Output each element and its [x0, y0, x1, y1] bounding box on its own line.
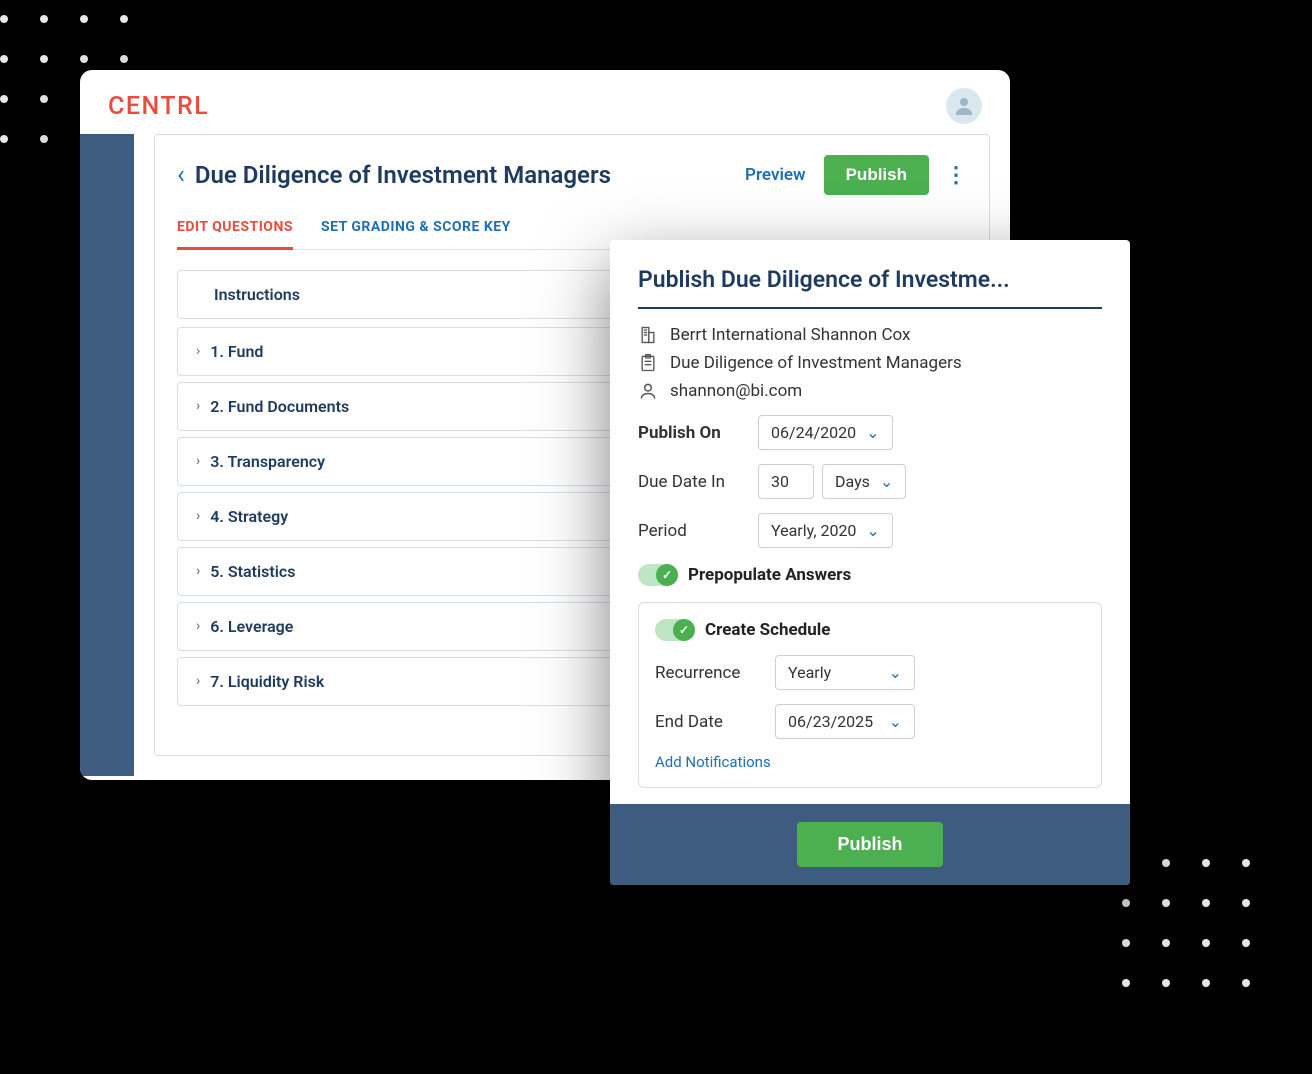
end-date-value: 06/23/2025 — [788, 712, 873, 731]
section-label: 2. Fund Documents — [210, 397, 349, 416]
more-menu-icon[interactable]: ⋮ — [945, 163, 967, 188]
period-value: Yearly, 2020 — [771, 521, 856, 540]
chevron-right-icon: › — [196, 673, 200, 689]
chevron-right-icon: › — [196, 508, 200, 524]
end-date-picker[interactable]: 06/23/2025 ⌄ — [775, 704, 915, 739]
page-header: ‹ Due Diligence of Investment Managers P… — [177, 155, 967, 195]
publish-on-value: 06/24/2020 — [771, 423, 856, 442]
chevron-down-icon: ⌄ — [889, 712, 902, 731]
check-icon: ✓ — [656, 564, 678, 586]
period-label: Period — [638, 521, 758, 541]
chevron-down-icon: ⌄ — [866, 423, 879, 442]
check-icon: ✓ — [673, 619, 695, 641]
create-schedule-label: Create Schedule — [705, 620, 830, 640]
section-label: 6. Leverage — [210, 617, 293, 636]
user-icon — [952, 94, 976, 118]
recurrence-picker[interactable]: Yearly ⌄ — [775, 655, 915, 690]
due-date-label: Due Date In — [638, 472, 758, 492]
tab-grading[interactable]: SET GRADING & SCORE KEY — [321, 213, 511, 249]
schedule-box: ✓ Create Schedule Recurrence Yearly ⌄ En… — [638, 602, 1102, 788]
publish-on-picker[interactable]: 06/24/2020 ⌄ — [758, 415, 893, 450]
building-icon — [638, 325, 658, 345]
section-label: 1. Fund — [210, 342, 263, 361]
logo: CENTRL — [108, 92, 209, 121]
decorative-dots-bottom — [1122, 859, 1282, 1019]
recurrence-value: Yearly — [788, 663, 831, 682]
section-label: 7. Liquidity Risk — [210, 672, 324, 691]
due-date-unit: Days — [835, 472, 870, 491]
publish-button[interactable]: Publish — [824, 155, 929, 195]
chevron-down-icon: ⌄ — [866, 521, 879, 540]
publish-modal: Publish Due Diligence of Investme... Ber… — [610, 240, 1130, 885]
chevron-right-icon: › — [196, 343, 200, 359]
tab-edit-questions[interactable]: EDIT QUESTIONS — [177, 213, 293, 250]
recurrence-label: Recurrence — [655, 663, 775, 683]
avatar[interactable] — [946, 88, 982, 124]
section-label: 4. Strategy — [210, 507, 288, 526]
due-date-input[interactable]: 30 — [758, 464, 814, 499]
create-schedule-toggle[interactable]: ✓ — [655, 619, 695, 641]
project-name: Due Diligence of Investment Managers — [670, 353, 962, 373]
clipboard-icon — [638, 353, 658, 373]
due-date-unit-picker[interactable]: Days ⌄ — [822, 464, 906, 499]
section-label: 5. Statistics — [210, 562, 295, 581]
publish-on-label: Publish On — [638, 423, 758, 443]
project-row: Due Diligence of Investment Managers — [638, 353, 1102, 373]
chevron-right-icon: › — [196, 563, 200, 579]
prepopulate-label: Prepopulate Answers — [688, 565, 851, 585]
modal-publish-button[interactable]: Publish — [797, 822, 942, 867]
chevron-right-icon: › — [196, 618, 200, 634]
chevron-down-icon: ⌄ — [889, 663, 902, 682]
chevron-right-icon: › — [196, 453, 200, 469]
back-button[interactable]: ‹ — [177, 160, 185, 190]
modal-footer: Publish — [610, 804, 1130, 885]
add-notifications-link[interactable]: Add Notifications — [655, 753, 771, 771]
period-picker[interactable]: Yearly, 2020 ⌄ — [758, 513, 893, 548]
chevron-right-icon: › — [196, 398, 200, 414]
top-bar: CENTRL — [80, 70, 1010, 134]
email-row: shannon@bi.com — [638, 381, 1102, 401]
sidebar — [80, 134, 134, 776]
email: shannon@bi.com — [670, 381, 802, 401]
page-title: Due Diligence of Investment Managers — [195, 161, 745, 189]
modal-title: Publish Due Diligence of Investme... — [638, 266, 1102, 309]
person-icon — [638, 381, 658, 401]
preview-link[interactable]: Preview — [745, 165, 806, 185]
company-name: Berrt International Shannon Cox — [670, 325, 910, 345]
chevron-down-icon: ⌄ — [880, 472, 893, 491]
company-row: Berrt International Shannon Cox — [638, 325, 1102, 345]
end-date-label: End Date — [655, 712, 775, 732]
section-label: 3. Transparency — [210, 452, 325, 471]
prepopulate-toggle[interactable]: ✓ — [638, 564, 678, 586]
